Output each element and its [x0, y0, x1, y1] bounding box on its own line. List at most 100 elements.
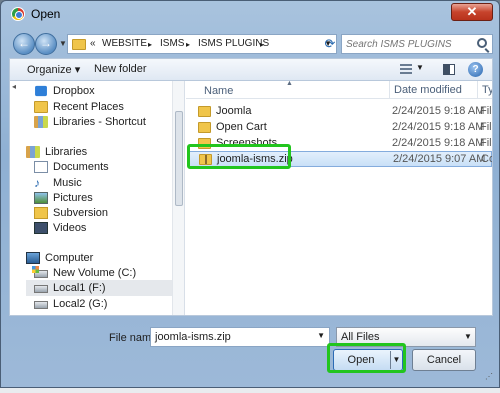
- sort-ascending-icon: ▲: [286, 81, 293, 87]
- breadcrumb-overflow[interactable]: «: [90, 38, 96, 49]
- nav-item-videos[interactable]: Videos: [34, 220, 86, 236]
- refresh-icon[interactable]: ⟳: [321, 35, 339, 53]
- chevron-down-icon[interactable]: ▼: [461, 328, 475, 346]
- nav-item-subversion[interactable]: Subversion: [34, 205, 108, 221]
- nav-item-label: Libraries - Shortcut: [53, 116, 146, 128]
- file-type-value: All Files: [341, 331, 380, 343]
- file-type: File: [480, 105, 492, 117]
- nav-item-dropbox[interactable]: Dropbox: [34, 83, 95, 99]
- chrome-icon: [11, 7, 25, 21]
- nav-item-music[interactable]: ♪ Music: [34, 175, 82, 191]
- nav-item-documents[interactable]: Documents: [34, 159, 109, 175]
- drive-icon: [34, 285, 48, 293]
- documents-icon: [34, 161, 48, 173]
- highlight-selected-file: [187, 144, 291, 169]
- nav-item-new-volume-c[interactable]: New Volume (C:): [32, 265, 137, 281]
- nav-item-pictures[interactable]: Pictures: [34, 190, 93, 206]
- address-row: ← → ▼ « WEBSITE ▸ ISMS ▸ ISMS PLUGINS ▸ …: [9, 33, 493, 55]
- nav-item-label: Videos: [53, 222, 87, 234]
- column-header-row: ▲ Name Date modified Ty: [186, 81, 492, 99]
- pictures-icon: [34, 192, 48, 204]
- search-icon[interactable]: [477, 38, 487, 48]
- new-folder-button[interactable]: New folder: [94, 63, 147, 75]
- file-name: Joomla: [216, 105, 252, 117]
- address-bar[interactable]: « WEBSITE ▸ ISMS ▸ ISMS PLUGINS ▸ ▼: [67, 34, 337, 54]
- breadcrumb-isms-plugins[interactable]: ISMS PLUGINS: [198, 38, 269, 49]
- nav-item-label: Libraries: [45, 146, 88, 158]
- organize-button[interactable]: Organize ▾: [27, 63, 80, 76]
- back-button[interactable]: ←: [13, 33, 35, 55]
- dialog-title: Open: [31, 7, 61, 21]
- nav-item-label: Recent Places: [53, 101, 124, 113]
- nav-item-libraries-shortcut[interactable]: Libraries - Shortcut: [34, 114, 146, 130]
- help-icon[interactable]: ?: [468, 62, 483, 77]
- breadcrumb-separator[interactable]: ▸: [260, 40, 264, 49]
- breadcrumb-isms[interactable]: ISMS: [160, 38, 184, 49]
- cancel-button[interactable]: Cancel: [412, 349, 476, 371]
- forward-button[interactable]: →: [35, 33, 57, 55]
- recent-locations-dropdown-icon[interactable]: ▼: [59, 39, 67, 48]
- recent-places-icon: [34, 101, 48, 113]
- dropbox-icon: [35, 85, 47, 97]
- nav-item-recent-places[interactable]: Recent Places: [34, 99, 124, 115]
- resize-grip-icon[interactable]: ⋰: [485, 372, 493, 381]
- title-bar[interactable]: Open ✕: [1, 1, 499, 27]
- nav-item-local1-f[interactable]: Local1 (F:): [26, 280, 172, 296]
- file-name-input[interactable]: joomla-isms.zip ▼: [150, 327, 330, 347]
- preview-pane-icon[interactable]: [443, 64, 455, 75]
- chevron-down-icon[interactable]: ▼: [416, 63, 424, 72]
- breadcrumb-website[interactable]: WEBSITE: [102, 38, 147, 49]
- nav-item-label: Pictures: [53, 192, 93, 204]
- chevron-down-icon[interactable]: ▼: [317, 331, 325, 340]
- videos-icon: [34, 222, 48, 234]
- file-type: File: [480, 121, 492, 133]
- library-icon: [26, 146, 40, 158]
- file-name: Open Cart: [216, 121, 267, 133]
- library-icon: [34, 116, 48, 128]
- folder-icon: [198, 105, 211, 117]
- navigation-pane: ◂ Dropbox Recent Places Libraries - Shor…: [10, 81, 185, 315]
- file-name-value: joomla-isms.zip: [155, 331, 231, 343]
- file-type: Co: [481, 153, 492, 165]
- column-header-type[interactable]: Ty: [477, 81, 492, 99]
- column-header-date-modified[interactable]: Date modified: [389, 81, 462, 99]
- file-date: 2/24/2015 9:07 AM: [393, 153, 486, 165]
- nav-item-label: Music: [53, 177, 82, 189]
- nav-scrollbar[interactable]: [172, 81, 184, 315]
- folder-icon: [72, 39, 86, 50]
- nav-item-local2-g[interactable]: Local2 (G:): [34, 296, 107, 312]
- nav-item-label: Local1 (F:): [53, 282, 106, 294]
- table-row[interactable]: Joomla 2/24/2015 9:18 AM File: [188, 103, 492, 119]
- browser-content: ◂ Dropbox Recent Places Libraries - Shor…: [9, 80, 493, 316]
- change-view-button[interactable]: ▼: [400, 62, 428, 78]
- close-button[interactable]: ✕: [451, 3, 493, 21]
- file-date: 2/24/2015 9:18 AM: [392, 121, 485, 133]
- nav-item-label: Dropbox: [53, 85, 95, 97]
- highlight-open-button: [327, 343, 406, 373]
- nav-scrollbar-thumb[interactable]: [175, 111, 183, 206]
- file-list: ▲ Name Date modified Ty Joomla 2/24/2015…: [186, 81, 492, 315]
- file-date: 2/24/2015 9:18 AM: [392, 105, 485, 117]
- details-view-icon: [400, 64, 412, 74]
- search-input[interactable]: [346, 37, 472, 52]
- computer-icon: [26, 252, 40, 264]
- drive-icon: [34, 301, 48, 309]
- nav-item-label: New Volume (C:): [53, 267, 137, 279]
- breadcrumb-separator[interactable]: ▸: [148, 40, 152, 49]
- nav-item-libraries[interactable]: Libraries: [26, 144, 87, 160]
- windows-drive-icon: [32, 266, 48, 278]
- open-file-dialog: Open ✕ ← → ▼ « WEBSITE ▸ ISMS ▸ ISMS PLU…: [0, 0, 500, 388]
- file-type: File: [480, 137, 492, 149]
- collapse-arrow-icon[interactable]: ◂: [12, 82, 16, 91]
- nav-item-label: Documents: [53, 161, 109, 173]
- music-icon: ♪: [34, 176, 40, 190]
- file-date: 2/24/2015 9:18 AM: [392, 137, 485, 149]
- nav-item-computer[interactable]: Computer: [26, 250, 93, 266]
- column-header-name[interactable]: Name: [204, 85, 233, 97]
- nav-item-label: Computer: [45, 252, 94, 264]
- table-row[interactable]: Open Cart 2/24/2015 9:18 AM File: [188, 119, 492, 135]
- nav-item-label: Local2 (G:): [53, 298, 108, 310]
- search-box[interactable]: [341, 34, 493, 54]
- breadcrumb-separator[interactable]: ▸: [186, 40, 190, 49]
- command-toolbar: Organize ▾ New folder ▼ ?: [9, 58, 493, 80]
